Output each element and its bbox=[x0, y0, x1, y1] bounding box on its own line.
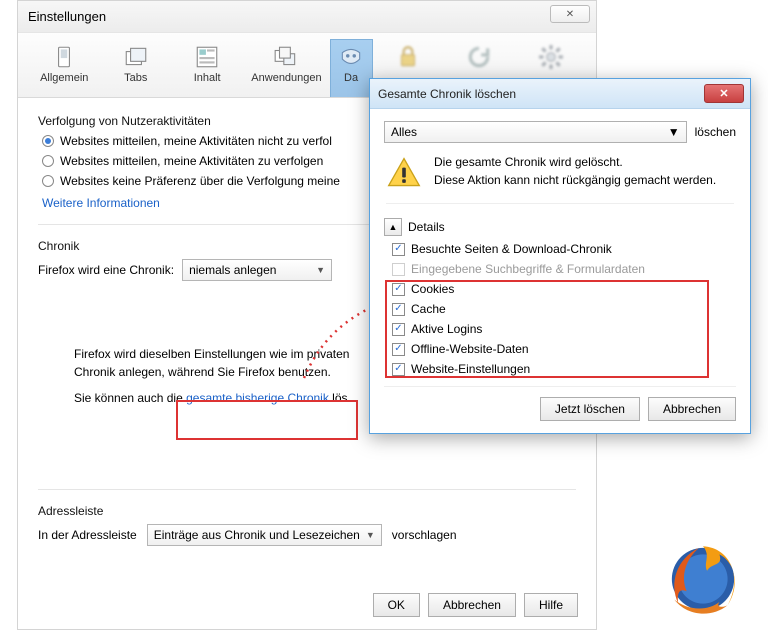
history-mode-select[interactable]: niemals anlegen ▼ bbox=[182, 259, 332, 281]
addressbar-suffix: vorschlagen bbox=[392, 528, 457, 542]
lock-icon bbox=[395, 44, 421, 70]
button-label: Jetzt löschen bbox=[555, 402, 625, 416]
firefox-logo-icon bbox=[662, 538, 744, 620]
checkbox-icon bbox=[392, 363, 405, 376]
radio-icon bbox=[42, 155, 54, 167]
details-label: Details bbox=[408, 220, 445, 234]
history-desc-line2: Chronik anlegen, während Sie Firefox ben… bbox=[74, 365, 331, 379]
check-form: Eingegebene Suchbegriffe & Formulardaten bbox=[392, 262, 736, 276]
dialog-body: Alles ▼ löschen Die gesamte Chronik wird… bbox=[370, 109, 750, 433]
checkbox-icon bbox=[392, 343, 405, 356]
settings-buttons: OK Abbrechen Hilfe bbox=[373, 593, 578, 617]
gear-icon bbox=[538, 44, 564, 70]
warning-line1: Die gesamte Chronik wird gelöscht. bbox=[434, 155, 716, 169]
close-button[interactable]: ✕ bbox=[550, 5, 590, 23]
tab-label: Inhalt bbox=[194, 72, 221, 84]
dialog-buttons: Jetzt löschen Abbrechen bbox=[384, 386, 736, 421]
dialog-close-button[interactable]: ✕ bbox=[704, 84, 744, 103]
content-icon bbox=[194, 44, 220, 70]
radio-label: Websites keine Präferenz über die Verfol… bbox=[60, 174, 340, 188]
tab-datenschutz[interactable]: Da bbox=[330, 39, 373, 97]
warning-line2: Diese Aktion kann nicht rückgängig gemac… bbox=[434, 173, 716, 187]
switch-icon bbox=[51, 44, 77, 70]
tabs-icon bbox=[123, 44, 149, 70]
addressbar-heading: Adressleiste bbox=[38, 504, 576, 518]
check-label: Offline-Website-Daten bbox=[411, 342, 529, 356]
radio-icon bbox=[42, 135, 54, 147]
check-label: Eingegebene Suchbegriffe & Formulardaten bbox=[411, 262, 645, 276]
settings-title: Einstellungen bbox=[28, 9, 106, 24]
tab-label: Anwendungen bbox=[251, 72, 321, 84]
tab-label: Da bbox=[344, 72, 358, 84]
settings-titlebar: Einstellungen ✕ bbox=[18, 1, 596, 33]
check-cache[interactable]: Cache bbox=[392, 302, 736, 316]
tab-allgemein[interactable]: Allgemein bbox=[28, 39, 100, 97]
link-label: Weitere Informationen bbox=[42, 196, 160, 210]
checkbox-icon bbox=[392, 263, 405, 276]
tab-inhalt[interactable]: Inhalt bbox=[171, 39, 243, 97]
dialog-cancel-button[interactable]: Abbrechen bbox=[648, 397, 736, 421]
check-label: Website-Einstellungen bbox=[411, 362, 530, 376]
time-range-select[interactable]: Alles ▼ bbox=[384, 121, 687, 143]
check-siteprefs[interactable]: Website-Einstellungen bbox=[392, 362, 736, 376]
check-logins[interactable]: Aktive Logins bbox=[392, 322, 736, 336]
text: lös bbox=[329, 391, 348, 405]
tab-anwendungen[interactable]: Anwendungen bbox=[242, 39, 330, 97]
check-label: Besuchte Seiten & Download-Chronik bbox=[411, 242, 612, 256]
divider bbox=[38, 489, 576, 490]
details-toggle[interactable]: ▲ Details bbox=[384, 218, 736, 236]
clear-history-dialog: Gesamte Chronik löschen ✕ Alles ▼ lösche… bbox=[369, 78, 751, 434]
cancel-button[interactable]: Abbrechen bbox=[428, 593, 516, 617]
select-value: Einträge aus Chronik und Lesezeichen bbox=[154, 528, 360, 542]
check-label: Aktive Logins bbox=[411, 322, 482, 336]
chevron-up-icon: ▲ bbox=[384, 218, 402, 236]
sync-icon bbox=[466, 44, 492, 70]
clear-now-button[interactable]: Jetzt löschen bbox=[540, 397, 640, 421]
dialog-titlebar: Gesamte Chronik löschen ✕ bbox=[370, 79, 750, 109]
button-label: Abbrechen bbox=[443, 598, 501, 612]
check-visited[interactable]: Besuchte Seiten & Download-Chronik bbox=[392, 242, 736, 256]
tab-label: Tabs bbox=[124, 72, 147, 84]
tab-label: Allgemein bbox=[40, 72, 88, 84]
ok-button[interactable]: OK bbox=[373, 593, 420, 617]
select-value: niemals anlegen bbox=[189, 263, 276, 277]
addressbar-select[interactable]: Einträge aus Chronik und Lesezeichen ▼ bbox=[147, 524, 382, 546]
warning-icon bbox=[386, 155, 422, 191]
check-label: Cookies bbox=[411, 282, 454, 296]
checkbox-icon bbox=[392, 323, 405, 336]
apps-icon bbox=[273, 44, 299, 70]
chevron-down-icon: ▼ bbox=[316, 265, 325, 275]
chevron-down-icon: ▼ bbox=[366, 530, 375, 540]
radio-icon bbox=[42, 175, 54, 187]
button-label: OK bbox=[388, 598, 405, 612]
tab-tabs[interactable]: Tabs bbox=[99, 39, 171, 97]
check-cookies[interactable]: Cookies bbox=[392, 282, 736, 296]
details-list: Besuchte Seiten & Download-Chronik Einge… bbox=[388, 242, 736, 376]
time-range-action: löschen bbox=[695, 125, 736, 139]
text: Sie können auch die bbox=[74, 391, 186, 405]
mask-icon bbox=[338, 44, 364, 70]
chevron-down-icon: ▼ bbox=[668, 125, 680, 139]
radio-label: Websites mitteilen, meine Aktivitäten ni… bbox=[60, 134, 332, 148]
history-mode-label: Firefox wird eine Chronik: bbox=[38, 263, 174, 277]
radio-label: Websites mitteilen, meine Aktivitäten zu… bbox=[60, 154, 323, 168]
checkbox-icon bbox=[392, 283, 405, 296]
checkbox-icon bbox=[392, 243, 405, 256]
addressbar-row: In der Adressleiste Einträge aus Chronik… bbox=[38, 524, 576, 546]
dialog-title: Gesamte Chronik löschen bbox=[378, 87, 516, 101]
button-label: Abbrechen bbox=[663, 402, 721, 416]
history-desc-line1: Firefox wird dieselben Einstellungen wie… bbox=[74, 347, 349, 361]
check-label: Cache bbox=[411, 302, 446, 316]
addressbar-label: In der Adressleiste bbox=[38, 528, 137, 542]
button-label: Hilfe bbox=[539, 598, 563, 612]
help-button[interactable]: Hilfe bbox=[524, 593, 578, 617]
time-range-row: Alles ▼ löschen bbox=[384, 121, 736, 143]
history-clear-link[interactable]: gesamte bisherige Chronik bbox=[186, 391, 329, 405]
check-offline[interactable]: Offline-Website-Daten bbox=[392, 342, 736, 356]
checkbox-icon bbox=[392, 303, 405, 316]
addressbar-group: Adressleiste In der Adressleiste Einträg… bbox=[38, 504, 576, 546]
warning-row: Die gesamte Chronik wird gelöscht. Diese… bbox=[386, 155, 734, 204]
warning-text: Die gesamte Chronik wird gelöscht. Diese… bbox=[434, 155, 716, 187]
select-value: Alles bbox=[391, 125, 417, 139]
